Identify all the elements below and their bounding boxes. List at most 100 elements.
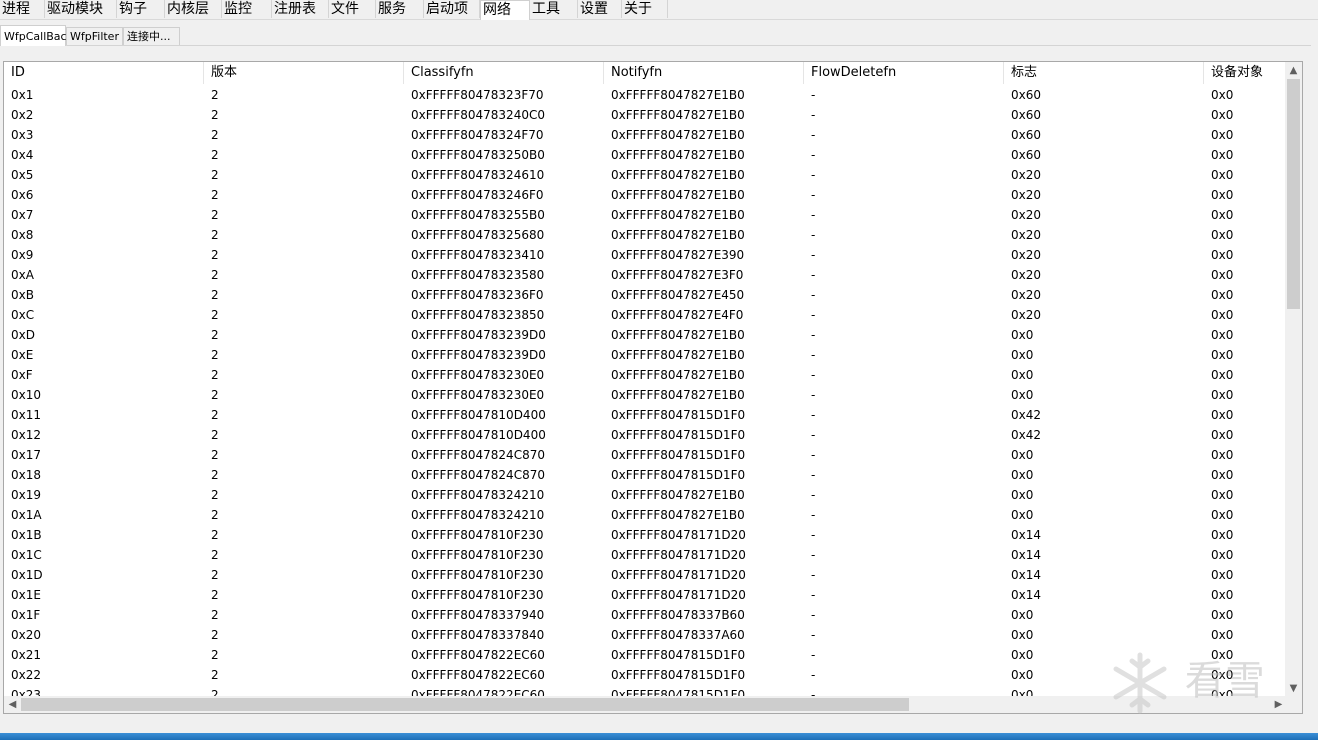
table-row[interactable]: 0xC 2 0xFFFFF80478323850 0xFFFFF8047827E4F0… xyxy=(4,305,1287,325)
menu-tab-9[interactable]: 网络 xyxy=(480,0,530,20)
column-header-1[interactable]: 版本 xyxy=(204,62,404,84)
column-header-0[interactable]: ID xyxy=(4,62,204,84)
table-cell: 0xFFFFF80478323850 xyxy=(411,308,545,322)
column-header-2[interactable]: Classifyfn xyxy=(404,62,604,84)
table-cell: 0x0 xyxy=(1211,188,1234,202)
menu-tab-11[interactable]: 设置 xyxy=(578,0,622,18)
menu-tab-7[interactable]: 服务 xyxy=(376,0,424,18)
table-row[interactable]: 0x1F 2 0xFFFFF80478337940 0xFFFFF80478337B6… xyxy=(4,605,1287,625)
table-cell: 2 xyxy=(211,368,219,382)
menu-tab-2[interactable]: 钩子 xyxy=(117,0,165,18)
table-cell: 0xE xyxy=(11,348,34,362)
column-header-5[interactable]: 标志 xyxy=(1004,62,1204,84)
table-cell: 0x0 xyxy=(1211,528,1234,542)
menu-tab-10[interactable]: 工具 xyxy=(530,0,578,18)
table-row[interactable]: 0x2 2 0xFFFFF804783240C0 0xFFFFF8047827E1B0… xyxy=(4,105,1287,125)
table-cell: - xyxy=(811,288,816,302)
subtab-0[interactable]: WfpCallBack xyxy=(0,25,73,46)
table-row[interactable]: 0x19 2 0xFFFFF80478324210 0xFFFFF8047827E1B… xyxy=(4,485,1287,505)
column-header-4[interactable]: FlowDeletefn xyxy=(804,62,1004,84)
table-cell: 0xFFFFF8047815D1F0 xyxy=(611,428,746,442)
vertical-scrollbar[interactable]: ▲ ▼ xyxy=(1285,62,1302,697)
table-row[interactable]: 0x7 2 0xFFFFF804783255B0 0xFFFFF8047827E1B0… xyxy=(4,205,1287,225)
subtab-2[interactable]: 连接中... xyxy=(123,27,180,45)
table-row[interactable]: 0x3 2 0xFFFFF80478324F70 0xFFFFF8047827E1B0… xyxy=(4,125,1287,145)
menu-tab-4[interactable]: 监控 xyxy=(222,0,272,18)
table-cell: - xyxy=(811,548,816,562)
table-cell: 2 xyxy=(211,208,219,222)
table-cell: 2 xyxy=(211,648,219,662)
table-cell: 0x0 xyxy=(1011,388,1034,402)
table-cell: 0x0 xyxy=(1211,508,1234,522)
table-row[interactable]: 0x9 2 0xFFFFF80478323410 0xFFFFF8047827E390… xyxy=(4,245,1287,265)
table-row[interactable]: 0x20 2 0xFFFFF80478337840 0xFFFFF80478337A6… xyxy=(4,625,1287,645)
table-row[interactable]: 0xA 2 0xFFFFF80478323580 0xFFFFF8047827E3F0… xyxy=(4,265,1287,285)
table-row[interactable]: 0x12 2 0xFFFFF8047810D400 0xFFFFF8047815D1F… xyxy=(4,425,1287,445)
table-cell: 0x5 xyxy=(11,168,34,182)
table-cell: - xyxy=(811,308,816,322)
table-row[interactable]: 0x17 2 0xFFFFF8047824C870 0xFFFFF8047815D1F… xyxy=(4,445,1287,465)
snowflake-icon xyxy=(1113,652,1167,714)
table-cell: 0x20 xyxy=(1011,248,1042,262)
table-row[interactable]: 0x18 2 0xFFFFF8047824C870 0xFFFFF8047815D1F… xyxy=(4,465,1287,485)
table-cell: - xyxy=(811,148,816,162)
table-cell: 0x3 xyxy=(11,128,34,142)
menu-tab-3[interactable]: 内核层 xyxy=(165,0,222,18)
menu-tab-0[interactable]: 进程 xyxy=(0,0,45,18)
table-cell: 2 xyxy=(211,388,219,402)
table-cell: 0x20 xyxy=(1011,268,1042,282)
scroll-left-arrow-icon[interactable]: ◀ xyxy=(4,696,21,713)
table-row[interactable]: 0x6 2 0xFFFFF804783246F0 0xFFFFF8047827E1B0… xyxy=(4,185,1287,205)
table-cell: 0x0 xyxy=(1011,328,1034,342)
table-row[interactable]: 0x4 2 0xFFFFF804783250B0 0xFFFFF8047827E1B0… xyxy=(4,145,1287,165)
table-cell: 0x0 xyxy=(1011,508,1034,522)
menu-tab-8[interactable]: 启动项 xyxy=(424,0,480,18)
table-cell: 0xFFFFF8047827E1B0 xyxy=(611,128,745,142)
table-cell: 2 xyxy=(211,228,219,242)
subtab-1[interactable]: WfpFilter xyxy=(66,27,123,45)
table-cell: 0x14 xyxy=(1011,588,1042,602)
vertical-scroll-thumb[interactable] xyxy=(1287,79,1300,309)
table-row[interactable]: 0x11 2 0xFFFFF8047810D400 0xFFFFF8047815D1F… xyxy=(4,405,1287,425)
table-cell: - xyxy=(811,568,816,582)
table-cell: 0xC xyxy=(11,308,35,322)
table-cell: 0xFFFFF8047827E390 xyxy=(611,248,745,262)
wfp-callback-list[interactable]: ID 版本 Classifyfn Notifyfn FlowDeletefn 标志 设备对象… xyxy=(3,61,1303,714)
table-row[interactable]: 0x1C 2 0xFFFFF8047810F230 0xFFFFF80478171D2… xyxy=(4,545,1287,565)
scroll-up-arrow-icon[interactable]: ▲ xyxy=(1285,62,1302,79)
table-row[interactable]: 0x22 2 0xFFFFF8047822EC60 0xFFFFF8047815D1F… xyxy=(4,665,1287,685)
table-cell: 0x0 xyxy=(1211,608,1234,622)
table-cell: 0x19 xyxy=(11,488,42,502)
table-row[interactable]: 0x1D 2 0xFFFFF8047810F230 0xFFFFF80478171D2… xyxy=(4,565,1287,585)
table-cell: 2 xyxy=(211,108,219,122)
table-cell: 0x0 xyxy=(1211,108,1234,122)
table-row[interactable]: 0xE 2 0xFFFFF804783239D0 0xFFFFF8047827E1B0… xyxy=(4,345,1287,365)
horizontal-scroll-thumb[interactable] xyxy=(21,698,909,711)
table-cell: 0xFFFFF8047827E1B0 xyxy=(611,108,745,122)
table-row[interactable]: 0xF 2 0xFFFFF804783230E0 0xFFFFF8047827E1B0… xyxy=(4,365,1287,385)
table-row[interactable]: 0x1A 2 0xFFFFF80478324210 0xFFFFF8047827E1B… xyxy=(4,505,1287,525)
table-row[interactable]: 0x1E 2 0xFFFFF8047810F230 0xFFFFF80478171D2… xyxy=(4,585,1287,605)
table-row[interactable]: 0x8 2 0xFFFFF80478325680 0xFFFFF8047827E1B0… xyxy=(4,225,1287,245)
table-row[interactable]: 0x1 2 0xFFFFF80478323F70 0xFFFFF8047827E1B0… xyxy=(4,85,1287,105)
table-cell: 0x20 xyxy=(1011,188,1042,202)
table-row[interactable]: 0xB 2 0xFFFFF804783236F0 0xFFFFF8047827E450… xyxy=(4,285,1287,305)
list-header: ID 版本 Classifyfn Notifyfn FlowDeletefn 标志 设备对象 xyxy=(4,62,1287,84)
table-cell: 0x0 xyxy=(1011,348,1034,362)
table-cell: 0x0 xyxy=(1211,268,1234,282)
table-row[interactable]: 0x10 2 0xFFFFF804783230E0 0xFFFFF8047827E1B… xyxy=(4,385,1287,405)
menu-tab-6[interactable]: 文件 xyxy=(329,0,376,18)
menu-tab-1[interactable]: 驱动模块 xyxy=(45,0,117,18)
table-row[interactable]: 0xD 2 0xFFFFF804783239D0 0xFFFFF8047827E1B0… xyxy=(4,325,1287,345)
table-cell: 0x7 xyxy=(11,208,34,222)
menu-tab-12[interactable]: 关于 xyxy=(622,0,668,18)
table-cell: 0x0 xyxy=(1211,448,1234,462)
table-row[interactable]: 0x1B 2 0xFFFFF8047810F230 0xFFFFF80478171D2… xyxy=(4,525,1287,545)
column-header-3[interactable]: Notifyfn xyxy=(604,62,804,84)
main-menu-tabs: 进程 驱动模块 钩子 内核层 监控 注册表 文件 服务 启动项 网络 工具 设置 关于 xyxy=(0,0,1318,20)
table-row[interactable]: 0x5 2 0xFFFFF80478324610 0xFFFFF8047827E1B0… xyxy=(4,165,1287,185)
horizontal-scrollbar[interactable]: ◀ ▶ xyxy=(4,696,1287,713)
table-row[interactable]: 0x21 2 0xFFFFF8047822EC60 0xFFFFF8047815D1F… xyxy=(4,645,1287,665)
table-cell: 0x2 xyxy=(11,108,34,122)
menu-tab-5[interactable]: 注册表 xyxy=(272,0,329,18)
